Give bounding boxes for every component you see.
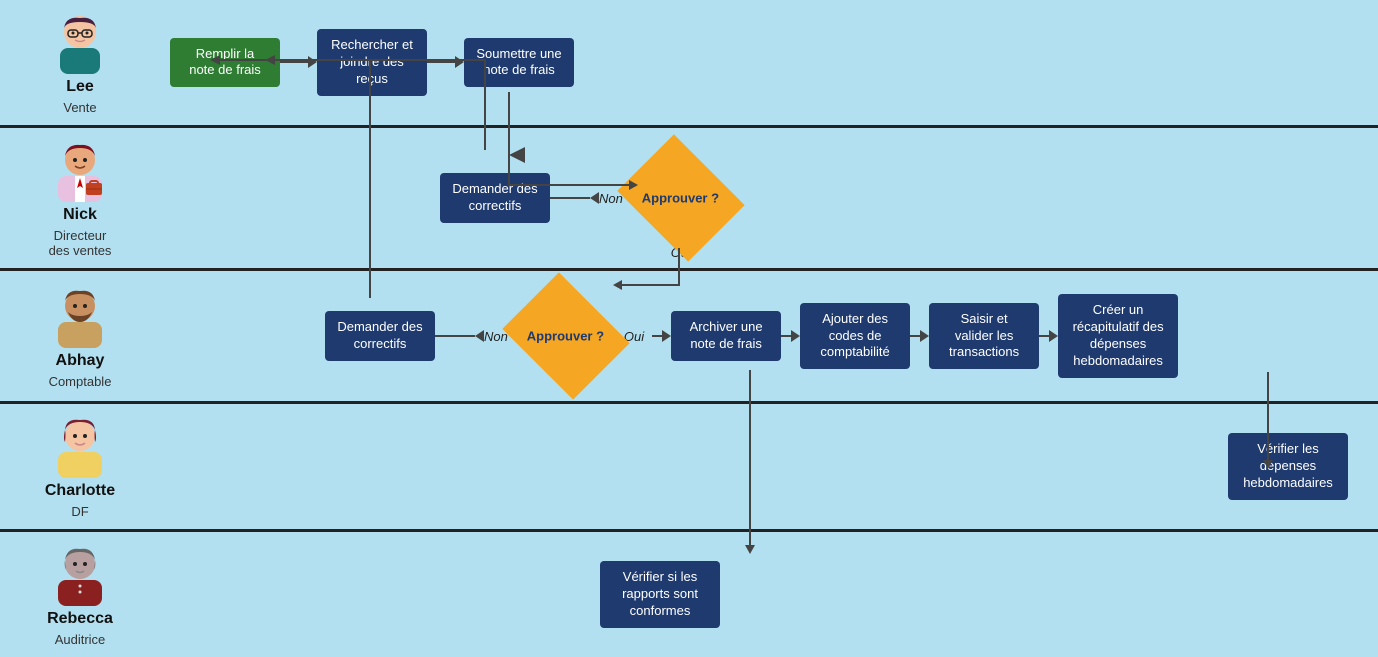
lee-role: Vente: [63, 100, 96, 115]
rebecca-role: Auditrice: [55, 632, 106, 647]
charlotte-role: DF: [71, 504, 88, 519]
nick-diamond: Approuver ?: [617, 134, 744, 261]
abhay-correctifs: Demander des correctifs: [325, 311, 435, 361]
actor-lee: Lee Vente: [0, 0, 160, 125]
charlotte-content: Vérifier les dépenses hebdomadaires: [160, 407, 1378, 527]
charlotte-box-wrapper: Vérifier les dépenses hebdomadaires: [1228, 433, 1348, 500]
abhay-role: Comptable: [49, 374, 112, 389]
lee-box3: Soumettre une note de frais: [464, 38, 574, 88]
lee-content: Remplir la note de frais Rechercher et j…: [160, 15, 1378, 110]
swimlane-lee: Lee Vente Remplir la note de frais Reche…: [0, 0, 1378, 128]
swimlane-nick: Nick Directeurdes ventes Demander des co…: [0, 128, 1378, 271]
abhay-diamond: Approuver ?: [502, 272, 629, 399]
rebecca-box-wrapper: Vérifier si les rapports sont conformes: [600, 561, 720, 628]
abhay-diamond-wrapper: Approuver ?: [516, 296, 616, 376]
nick-content: Demander des correctifs Non Approuver ? …: [160, 133, 1378, 263]
rebecca-verifier: Vérifier si les rapports sont conformes: [600, 561, 720, 628]
nick-name: Nick: [63, 206, 97, 224]
rebecca-avatar: [48, 542, 112, 606]
charlotte-avatar: [48, 414, 112, 478]
abhay-archiver: Archiver une note de frais: [671, 311, 781, 361]
lee-name: Lee: [66, 78, 94, 96]
arrow-abhay-oui: [652, 330, 671, 342]
nick-avatar: [48, 138, 112, 202]
arrow-abhay-non: [435, 330, 484, 342]
lee-box2: Rechercher et joindre des reçus: [317, 29, 427, 96]
nick-diamond-wrapper: Approuver ? Oui: [631, 158, 731, 238]
swimlane-rebecca: Rebecca Auditrice Vérifier si les rappor…: [0, 532, 1378, 657]
nick-correctifs: Demander des correctifs: [440, 173, 550, 223]
lee-box1: Remplir la note de frais: [170, 38, 280, 88]
nick-role: Directeurdes ventes: [49, 228, 112, 258]
actor-charlotte: Charlotte DF: [0, 404, 160, 529]
abhay-avatar: [48, 284, 112, 348]
arrow-lee1: [280, 56, 317, 68]
swimlane-charlotte: Charlotte DF Vérifier les dépenses hebdo…: [0, 404, 1378, 532]
rebecca-content: Vérifier si les rapports sont conformes: [160, 540, 1378, 650]
abhay-saisir: Saisir et valider les transactions: [929, 303, 1039, 370]
actor-abhay: Abhay Comptable: [0, 274, 160, 399]
arrow-abhay-2: [781, 330, 800, 342]
rebecca-name: Rebecca: [47, 610, 113, 628]
actor-rebecca: Rebecca Auditrice: [0, 532, 160, 657]
arrow-lee2: [427, 56, 464, 68]
abhay-name: Abhay: [56, 352, 105, 370]
charlotte-verifier: Vérifier les dépenses hebdomadaires: [1228, 433, 1348, 500]
swimlane-abhay: Abhay Comptable Demander des correctifs …: [0, 271, 1378, 404]
abhay-recap: Créer un récapitulatif des dépenses hebd…: [1058, 294, 1178, 378]
abhay-codes: Ajouter des codes de comptabilité: [800, 303, 910, 370]
arrow-abhay-3: [910, 330, 929, 342]
abhay-content: Demander des correctifs Non Approuver ? …: [160, 271, 1378, 401]
actor-nick: Nick Directeurdes ventes: [0, 128, 160, 268]
lee-avatar: [48, 10, 112, 74]
arrow-abhay-4: [1039, 330, 1058, 342]
charlotte-name: Charlotte: [45, 482, 115, 500]
arrow-nick-non: [550, 192, 599, 204]
